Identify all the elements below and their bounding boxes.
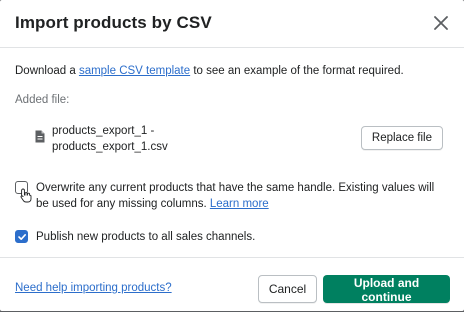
document-icon (35, 130, 45, 143)
template-description: Download a sample CSV template to see an… (15, 65, 404, 77)
file-name: products_export_1 - products_export_1.cs… (52, 125, 168, 153)
modal-title: Import products by CSV (15, 13, 212, 32)
desc-prefix: Download a (15, 65, 79, 77)
replace-file-button[interactable]: Replace file (360, 126, 443, 150)
upload-and-continue-button[interactable]: Upload and continue (323, 275, 450, 304)
checkmark-icon (17, 233, 26, 240)
close-icon (434, 16, 448, 30)
added-file-label: Added file: (15, 94, 70, 106)
pointer-cursor-icon (20, 188, 32, 203)
need-help-link[interactable]: Need help importing products? (15, 282, 172, 294)
cancel-button[interactable]: Cancel (258, 275, 317, 303)
overwrite-text: Overwrite any current products that have… (36, 180, 446, 212)
modal-footer: Need help importing products? Cancel Upl… (0, 257, 464, 312)
close-button[interactable] (428, 10, 454, 36)
learn-more-link[interactable]: Learn more (210, 198, 269, 210)
sample-csv-template-link[interactable]: sample CSV template (79, 65, 190, 77)
added-file-row: products_export_1 - products_export_1.cs… (15, 120, 445, 160)
desc-suffix: to see an example of the format required… (190, 65, 404, 77)
publish-checkbox[interactable] (15, 230, 28, 243)
publish-label: Publish new products to all sales channe… (36, 231, 256, 243)
import-csv-modal: Import products by CSV Download a sample… (0, 0, 464, 311)
modal-header: Import products by CSV (0, 0, 464, 48)
